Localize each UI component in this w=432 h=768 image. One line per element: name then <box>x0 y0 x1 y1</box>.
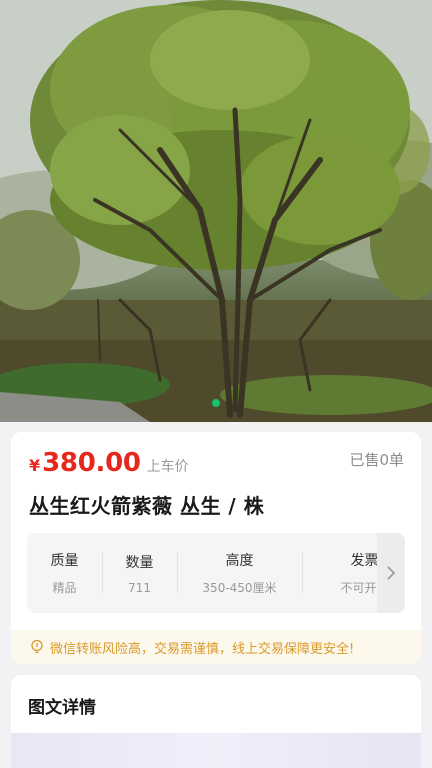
currency-symbol: ¥ <box>29 456 41 475</box>
chevron-right-icon[interactable] <box>377 533 405 613</box>
spec-height: 高度 350-450厘米 <box>177 533 302 613</box>
detail-section: 图文详情 <box>11 675 421 768</box>
risk-warning-banner: 微信转账风险高，交易需谨慎，线上交易保障更安全! <box>11 630 421 664</box>
spec-value: 精品 <box>52 581 77 595</box>
warning-text: 微信转账风险高，交易需谨慎，线上交易保障更安全! <box>50 641 355 657</box>
tree-illustration <box>0 0 432 422</box>
spec-label: 发票 <box>350 553 379 569</box>
spec-value: 350-450厘米 <box>202 581 277 595</box>
spec-label: 数量 <box>125 554 154 571</box>
spec-label: 高度 <box>225 553 254 569</box>
detail-title: 图文详情 <box>28 698 96 718</box>
image-pager <box>0 399 432 407</box>
detail-image-preview <box>11 733 421 768</box>
spec-label: 质量 <box>50 553 79 569</box>
spec-quality: 质量 精品 <box>27 533 102 613</box>
price-row: ¥ 380.00 上车价 <box>29 448 189 478</box>
product-title: 丛生红火箭紫薇 丛生 / 株 <box>29 494 265 518</box>
spec-value: 711 <box>128 580 151 595</box>
price-note: 上车价 <box>146 459 189 475</box>
pager-dot-active[interactable] <box>212 399 220 407</box>
product-price: 380.00 <box>42 448 141 478</box>
spec-panel[interactable]: 质量 精品 数量 711 高度 350-450厘米 发票 不可开票 <box>27 533 405 613</box>
product-photo[interactable] <box>0 0 432 422</box>
product-info-card: ¥ 380.00 上车价 已售0单 丛生红火箭紫薇 丛生 / 株 质量 精品 数… <box>11 432 421 664</box>
sold-count: 已售0单 <box>349 451 404 469</box>
lightbulb-icon <box>31 639 43 654</box>
spec-quantity: 数量 711 <box>102 533 177 613</box>
